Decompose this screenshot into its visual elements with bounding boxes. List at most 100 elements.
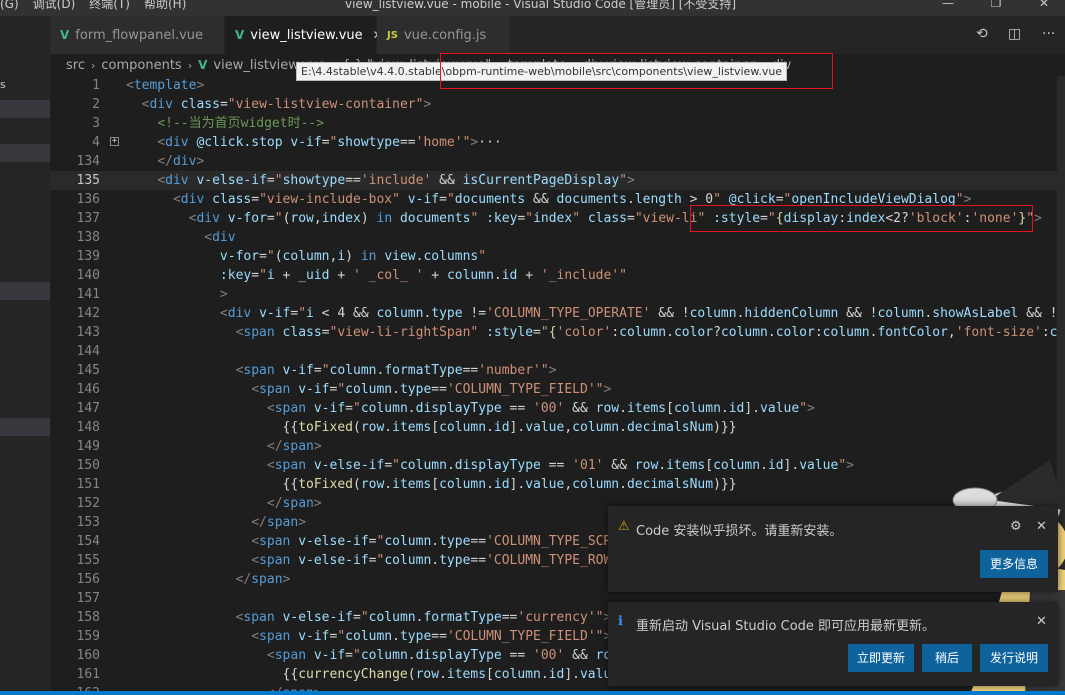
code-line[interactable]: 144 xyxy=(50,342,1065,361)
code-text: v-for="(column,i) in view.columns" xyxy=(219,249,487,264)
code-line[interactable]: 3 <!--当为首页widget时--> xyxy=(50,114,1065,133)
code-text: <div v-else-if="showtype=='include' && i… xyxy=(157,173,635,188)
line-number: 160 xyxy=(76,648,100,663)
code-text: :key="i + _uid + ' _col_ ' + column.id +… xyxy=(219,268,627,283)
code-text: {{currencyChange(row.items[column.id].va… xyxy=(126,667,620,682)
code-text: <!--当为首页widget时--> xyxy=(157,116,325,131)
code-text: {{toFixed(row.items[column.id].value,col… xyxy=(126,420,737,435)
release-notes-button[interactable]: 发行说明 xyxy=(980,644,1048,672)
info-icon: ℹ xyxy=(618,614,623,629)
sidebar-label: s xyxy=(0,78,6,91)
breadcrumb-item[interactable]: components xyxy=(101,58,181,73)
code-text: <span v-else-if="column.type=='COLUMN_TY… xyxy=(251,534,620,549)
code-line[interactable]: 143 <span class="view-li-rightSpan" :sty… xyxy=(50,323,1065,342)
code-text: <span v-if="column.displayType == '00' &… xyxy=(266,648,619,663)
line-number: 149 xyxy=(76,439,100,454)
code-text: </span> xyxy=(266,496,322,511)
line-number: 154 xyxy=(76,534,100,549)
tab-label: view_listview.vue xyxy=(250,27,363,43)
vue-file-icon: V xyxy=(198,58,208,72)
menu-item-help[interactable]: 帮助(H) xyxy=(144,0,186,10)
tab-label: vue.config.js xyxy=(403,27,487,43)
code-line[interactable]: 142 <div v-if="i < 4 && column.type !='C… xyxy=(50,304,1065,323)
code-text: </div> xyxy=(157,154,205,169)
open-changes-icon[interactable]: ⟲ xyxy=(976,26,988,42)
maximize-icon[interactable]: ❐ xyxy=(986,0,1006,9)
code-text: <div @click.stop v-if="showtype=='home'"… xyxy=(157,135,502,150)
update-now-button[interactable]: 立即更新 xyxy=(848,644,914,672)
line-number: 140 xyxy=(76,268,100,283)
line-number: 153 xyxy=(76,515,100,530)
line-number: 143 xyxy=(76,325,100,340)
chevron-right-icon: › xyxy=(90,58,96,72)
notification-message: 重新启动 Visual Studio Code 即可应用最新更新。 xyxy=(636,619,936,634)
line-number: 151 xyxy=(76,477,100,492)
code-line[interactable]: 139 v-for="(column,i) in view.columns" xyxy=(50,247,1065,266)
code-line[interactable]: 149 </span> xyxy=(50,437,1065,456)
menu-item-debug[interactable]: 调试(D) xyxy=(33,0,76,10)
warning-icon: ⚠ xyxy=(618,519,630,534)
code-line[interactable]: 148 {{toFixed(row.items[column.id].value… xyxy=(50,418,1065,437)
split-editor-icon[interactable]: ◫ xyxy=(1008,26,1021,42)
minimize-icon[interactable]: — xyxy=(938,0,958,9)
close-window-icon[interactable]: ✕ xyxy=(1034,0,1054,9)
code-line[interactable]: 151 {{toFixed(row.items[column.id].value… xyxy=(50,475,1065,494)
line-number: 148 xyxy=(76,420,100,435)
code-line[interactable]: 134 </div> xyxy=(50,152,1065,171)
title-bar: (G) 调试(D) 终端(T) 帮助(H) view_listview.vue … xyxy=(0,0,1065,16)
code-line[interactable]: 141 > xyxy=(50,285,1065,304)
sidebar-row[interactable] xyxy=(0,144,50,162)
code-text: <span v-else-if="column.displayType == '… xyxy=(266,458,854,473)
code-text: <template> xyxy=(126,78,205,93)
menu-item-terminal[interactable]: 终端(T) xyxy=(89,0,130,10)
code-line[interactable]: 147 <span v-if="column.displayType == '0… xyxy=(50,399,1065,418)
tab-form-flowpanel[interactable]: V form_flowpanel.vue xyxy=(50,16,225,54)
notification-message: Code 安装似乎损坏。请重新安装。 xyxy=(636,524,843,539)
fold-expand-icon[interactable]: + xyxy=(110,137,119,146)
code-text: > xyxy=(219,287,228,302)
code-line[interactable]: 145 <span v-if="column.formatType=='numb… xyxy=(50,361,1065,380)
breadcrumb-item[interactable]: src xyxy=(66,58,85,73)
code-line[interactable]: 2 <div class="view-listview-container"> xyxy=(50,95,1065,114)
more-actions-icon[interactable]: ··· xyxy=(1042,26,1055,42)
status-bar xyxy=(0,691,1065,695)
line-number: 156 xyxy=(76,572,100,587)
code-text: <div class="view-listview-container"> xyxy=(141,97,432,112)
chevron-right-icon: › xyxy=(187,58,193,72)
line-number: 157 xyxy=(76,591,100,606)
tab-label: form_flowpanel.vue xyxy=(75,27,204,43)
code-text: <span v-else-if="column.formatType=='cur… xyxy=(235,610,612,625)
code-text: <div xyxy=(204,230,236,245)
sidebar-row[interactable] xyxy=(0,282,50,300)
corrupt-install-notification: ⚠ Code 安装似乎损坏。请重新安装。 ⚙ ✕ 更多信息 xyxy=(608,506,1058,592)
js-file-icon: JS xyxy=(387,29,398,41)
close-icon[interactable]: ✕ xyxy=(1036,519,1047,534)
code-line[interactable]: 146 <span v-if="column.type=='COLUMN_TYP… xyxy=(50,380,1065,399)
update-notification: ℹ 重新启动 Visual Studio Code 即可应用最新更新。 ✕ 立即… xyxy=(608,602,1058,686)
code-text: <span v-if="column.formatType=='number'"… xyxy=(235,363,557,378)
code-line[interactable]: 135 <div v-else-if="showtype=='include' … xyxy=(50,171,1065,190)
menu-item-g[interactable]: (G) xyxy=(0,0,19,10)
editor-tab-bar: V form_flowpanel.vue V view_listview.vue… xyxy=(50,16,1065,54)
code-line[interactable]: 4 + <div @click.stop v-if="showtype=='hom… xyxy=(50,133,1065,152)
highlight-box xyxy=(690,205,1033,232)
tab-view-listview[interactable]: V view_listview.vue ✕ xyxy=(225,16,383,54)
explorer-sidebar: s xyxy=(0,16,50,695)
later-button[interactable]: 稍后 xyxy=(922,644,972,672)
line-number: 3 xyxy=(92,116,100,131)
close-icon[interactable]: ✕ xyxy=(1036,614,1047,629)
line-number: 135 xyxy=(76,173,100,188)
line-number: 150 xyxy=(76,458,100,473)
code-line[interactable]: 140 :key="i + _uid + ' _col_ ' + column.… xyxy=(50,266,1065,285)
tab-vue-config[interactable]: JS vue.config.js xyxy=(377,16,510,54)
code-text: <span v-if="column.displayType == '00' &… xyxy=(266,401,815,416)
window-title: view_listview.vue - mobile - Visual Stud… xyxy=(345,0,737,11)
code-line[interactable]: 150 <span v-else-if="column.displayType … xyxy=(50,456,1065,475)
vue-file-icon: V xyxy=(60,28,70,42)
more-info-button[interactable]: 更多信息 xyxy=(980,550,1048,578)
sidebar-row[interactable] xyxy=(0,100,50,118)
gear-icon[interactable]: ⚙ xyxy=(1010,519,1022,534)
line-number: 159 xyxy=(76,629,100,644)
sidebar-row[interactable] xyxy=(0,418,50,436)
code-text: <span v-if="column.type=='COLUMN_TYPE_FI… xyxy=(251,629,611,644)
